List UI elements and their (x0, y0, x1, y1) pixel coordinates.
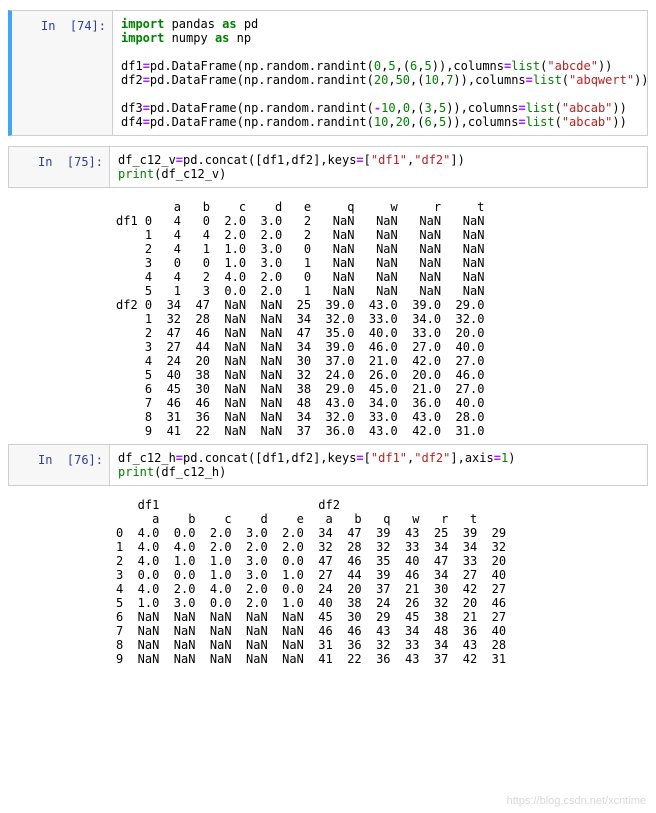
output-text-76: df1 df2 a b c d e a b q w r t 0 4.0 0.0 … (108, 496, 648, 672)
input-prompt-76: In [76]: (9, 445, 109, 485)
output-prompt-76 (8, 496, 108, 672)
watermark: https://blog.csdn.net/xcntime (507, 795, 646, 807)
code-area-76[interactable]: df_c12_h=pd.concat([df1,df2],keys=["df1"… (109, 445, 647, 485)
code-cell-75: In [75]: df_c12_v=pd.concat([df1,df2],ke… (8, 146, 648, 188)
output-row-76: df1 df2 a b c d e a b q w r t 0 4.0 0.0 … (8, 496, 648, 672)
output-prompt-75 (8, 198, 108, 444)
code-cell-74: In [74]: import pandas as pd import nump… (8, 10, 648, 136)
code-area-75[interactable]: df_c12_v=pd.concat([df1,df2],keys=["df1"… (109, 147, 647, 187)
code-cell-76: In [76]: df_c12_h=pd.concat([df1,df2],ke… (8, 444, 648, 486)
input-prompt-74: In [74]: (12, 11, 112, 135)
code-area-74[interactable]: import pandas as pd import numpy as np d… (112, 11, 647, 135)
output-row-75: a b c d e q w r t df1 0 4 0 2.0 3.0 2 Na… (8, 198, 648, 444)
input-prompt-75: In [75]: (9, 147, 109, 187)
output-text-75: a b c d e q w r t df1 0 4 0 2.0 3.0 2 Na… (108, 198, 648, 444)
